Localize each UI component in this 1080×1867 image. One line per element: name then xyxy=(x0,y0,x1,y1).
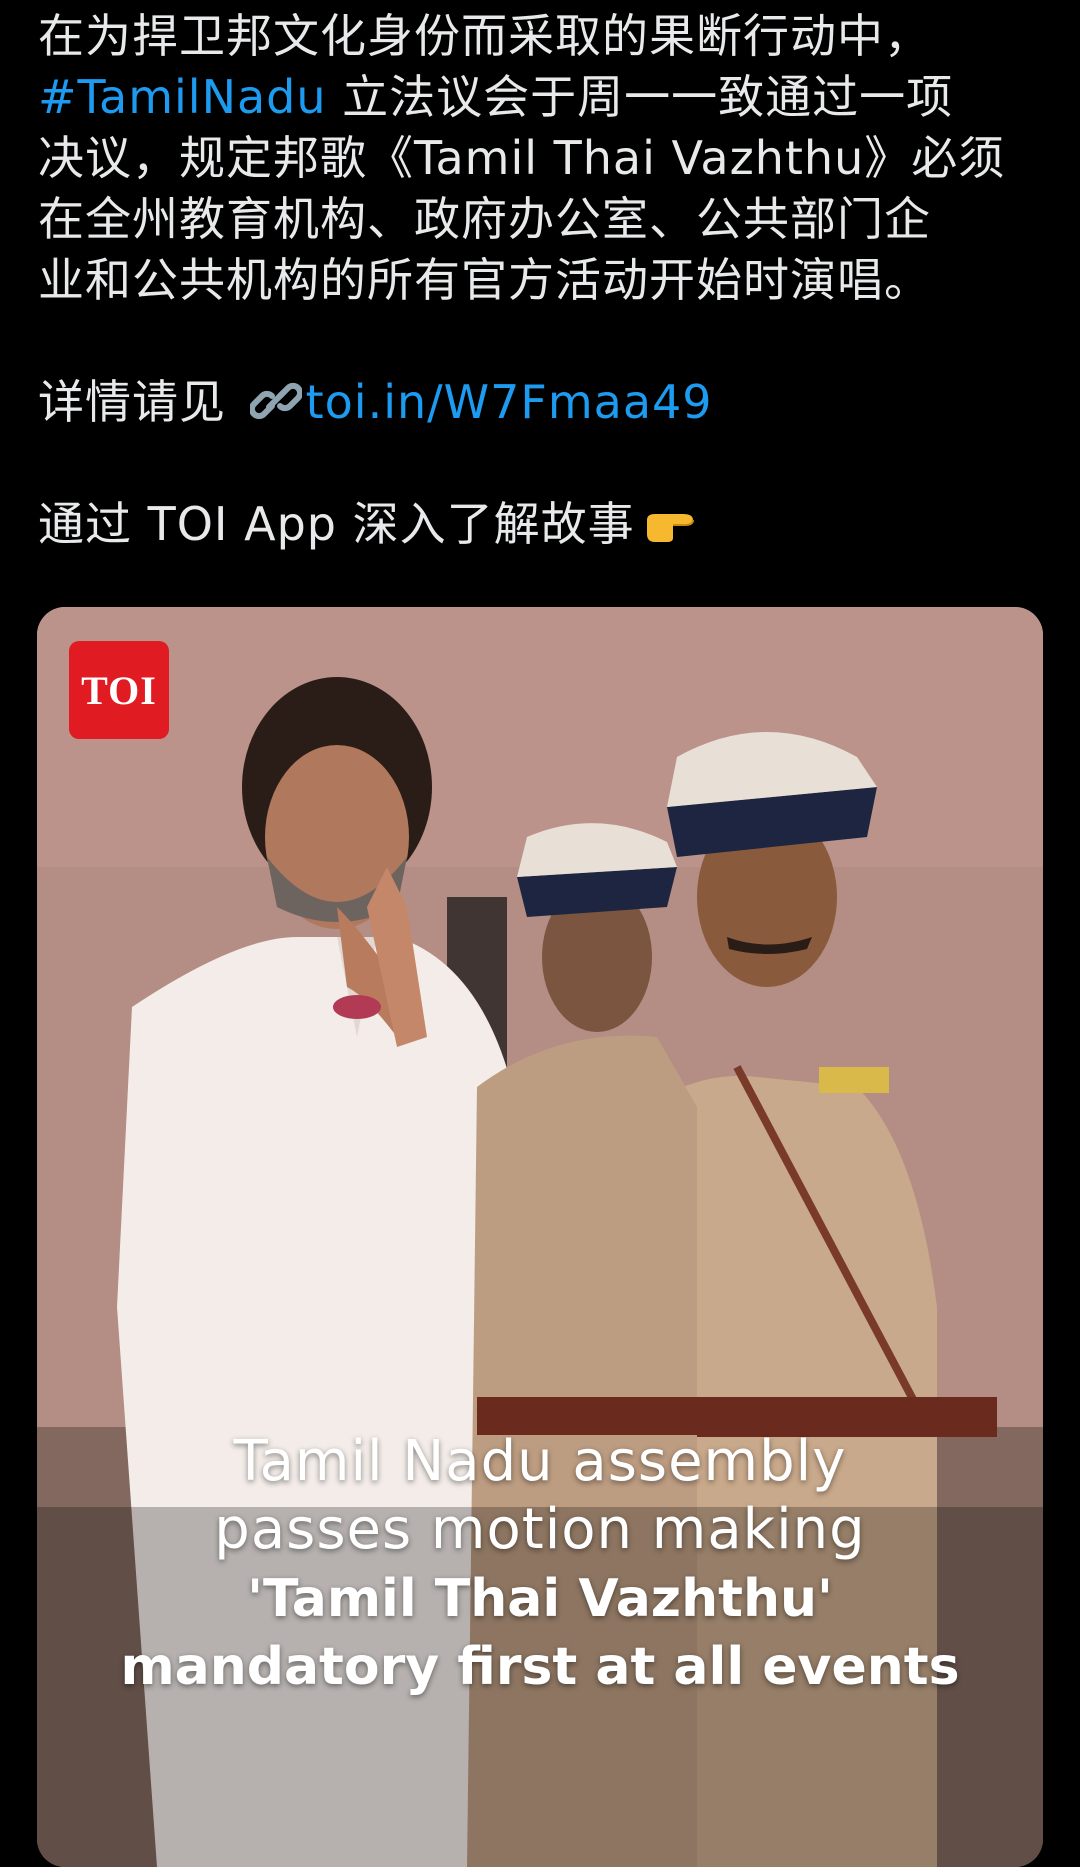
link-icon xyxy=(248,378,303,424)
article-link[interactable]: toi.in/W7Fmaa49 xyxy=(306,375,713,429)
toi-logo: TOI xyxy=(69,641,169,739)
caption-line-4: mandatory first at all events xyxy=(120,1637,960,1697)
tweet-image[interactable]: TOI Tamil Nadu assembly passes motion ma… xyxy=(37,607,1043,1867)
tweet-post: 在为捍卫邦文化身份而采取的果断行动中， #TamilNadu 立法议会于周一一致… xyxy=(0,0,1080,1867)
tweet-line-4: 在全州教育机构、政府办公室、公共部门企 xyxy=(38,192,931,246)
tweet-line-2: #TamilNadu 立法议会于周一一致通过一项 xyxy=(38,67,1058,128)
app-line: 通过 TOI App 深入了解故事 xyxy=(38,494,1058,555)
app-text: 通过 TOI App 深入了解故事 xyxy=(38,497,635,551)
tweet-line-5: 业和公共机构的所有官方活动开始时演唱。 xyxy=(38,253,931,307)
tweet-line-3: 决议，规定邦歌《Tamil Thai Vazhthu》必须 xyxy=(38,131,1006,185)
tweet-text: 在为捍卫邦文化身份而采取的果断行动中， #TamilNadu 立法议会于周一一致… xyxy=(38,6,1058,555)
details-prefix: 详情请见 xyxy=(38,375,242,429)
pointing-right-icon xyxy=(643,500,699,546)
caption-line-2: passes motion making xyxy=(214,1497,866,1562)
hashtag-link[interactable]: #TamilNadu xyxy=(38,70,327,124)
tweet-line-1: 在为捍卫邦文化身份而采取的果断行动中， xyxy=(38,9,931,63)
tweet-line-2-text: 立法议会于周一一致通过一项 xyxy=(326,70,954,124)
details-line: 详情请见 toi.in/W7Fmaa49 xyxy=(38,372,1058,433)
paragraph-gap-2 xyxy=(38,433,1058,494)
caption-line-1: Tamil Nadu assembly xyxy=(233,1429,847,1494)
caption-line-3: 'Tamil Thai Vazhthu' xyxy=(247,1569,833,1629)
